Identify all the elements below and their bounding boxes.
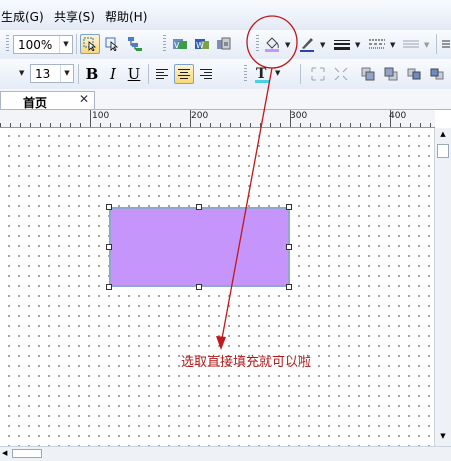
- vertical-scroll-thumb[interactable]: [437, 144, 449, 158]
- scroll-up-icon[interactable]: ▲: [438, 130, 448, 138]
- scroll-left-icon[interactable]: ◀: [2, 449, 7, 457]
- annotation-overlay: [216, 15, 298, 350]
- horizontal-scrollbar[interactable]: ◀: [0, 446, 451, 461]
- annotation-arrow-line: [220, 67, 273, 345]
- annotation-note: 选取直接填充就可以啦: [181, 355, 312, 370]
- horizontal-scroll-thumb[interactable]: [12, 449, 42, 458]
- vertical-scrollbar[interactable]: ▲ ▼: [434, 128, 451, 446]
- highlight-circle: [246, 15, 298, 69]
- scroll-down-icon[interactable]: ▼: [438, 432, 448, 440]
- arrow-head-icon: [216, 336, 226, 350]
